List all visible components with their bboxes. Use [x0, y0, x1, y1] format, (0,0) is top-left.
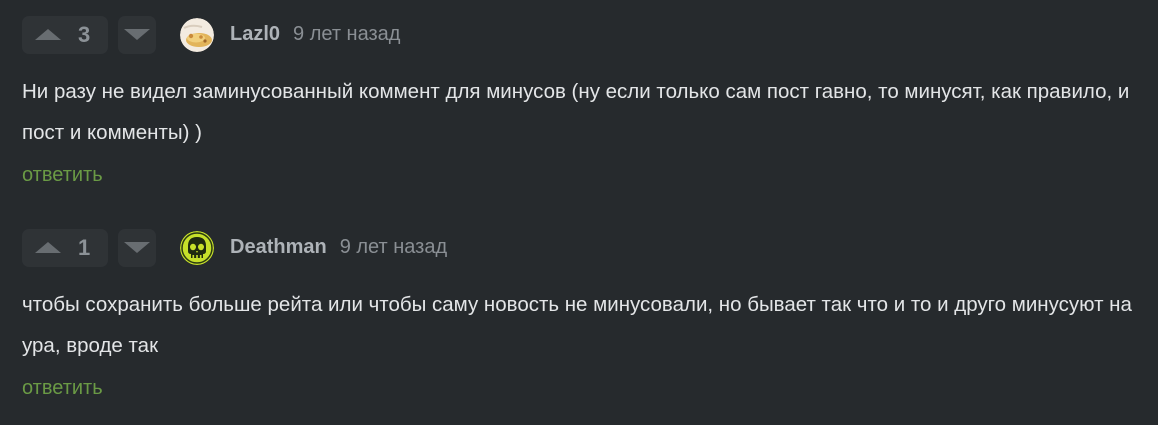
comment-header: 1 Deathman 9 лет назад [22, 227, 1152, 268]
vote-controls: 3 [22, 15, 156, 54]
reply-link[interactable]: ответить [22, 164, 1152, 187]
comment-text: Ни разу не видел заминусованный коммент … [22, 80, 1130, 144]
arrow-up-icon [35, 29, 61, 40]
comment-header: 3 Lazl0 9 лет назад [22, 14, 1152, 55]
author-name[interactable]: Deathman [230, 236, 327, 259]
downvote-button[interactable] [118, 228, 156, 267]
comment-1: 3 Lazl0 9 лет назад Ни разу не видел зам… [22, 14, 1152, 187]
reply-link[interactable]: ответить [22, 377, 1152, 400]
comment-rating: 1 [78, 234, 91, 260]
comment-2: 1 Deathman 9 лет назад чтобы сохранить б… [22, 227, 1152, 400]
author-name[interactable]: Lazl0 [230, 23, 280, 46]
arrow-up-icon [35, 242, 61, 253]
upvote-button[interactable]: 1 [22, 228, 108, 267]
upvote-button[interactable]: 3 [22, 15, 108, 54]
comment-text: чтобы сохранить больше рейта или чтобы с… [22, 293, 1132, 357]
food-avatar-icon[interactable] [180, 17, 214, 52]
vote-controls: 1 [22, 228, 156, 267]
arrow-down-icon [124, 29, 150, 40]
downvote-button[interactable] [118, 15, 156, 54]
comment-timestamp[interactable]: 9 лет назад [340, 236, 447, 259]
comment-rating: 3 [78, 21, 91, 47]
arrow-down-icon [124, 242, 150, 253]
skull-avatar-icon[interactable] [180, 230, 214, 265]
comment-timestamp[interactable]: 9 лет назад [293, 23, 400, 46]
